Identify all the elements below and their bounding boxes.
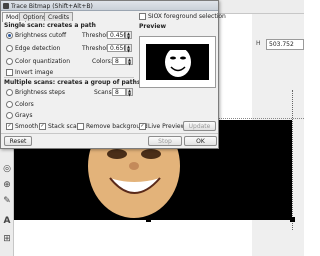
preview-area — [139, 36, 216, 88]
height-label: H — [256, 40, 261, 47]
dialog-titlebar[interactable]: Trace Bitmap (Shift+Alt+B) — [1, 1, 218, 11]
radio-brightness-steps[interactable] — [6, 89, 13, 96]
gradient-tool-icon[interactable]: ⊞ — [2, 234, 12, 244]
trace-bitmap-icon — [3, 3, 9, 9]
scans-label: Scans: — [94, 89, 114, 96]
invert-image-label: Invert image — [15, 69, 54, 76]
grays-option-label: Grays — [15, 112, 33, 119]
siox-checkbox[interactable] — [139, 13, 146, 20]
colors-input[interactable]: 8 — [112, 57, 126, 65]
edge-detection-option[interactable]: Edge detection — [6, 45, 60, 52]
preview-image — [140, 37, 215, 87]
colors-spin[interactable]: ▲ ▼ — [126, 57, 133, 66]
divider — [1, 133, 218, 134]
smooth-checkbox[interactable]: ✓ — [6, 123, 13, 130]
invert-image-option[interactable]: Invert image — [6, 69, 53, 76]
live-preview-option[interactable]: ✓ Live Preview — [139, 123, 186, 130]
spray-tool-icon[interactable]: ⊕ — [2, 180, 12, 190]
radio-grays[interactable] — [6, 112, 13, 119]
height-input[interactable]: 503.752 — [266, 39, 304, 50]
preview-heading: Preview — [139, 23, 167, 30]
invert-image-checkbox[interactable] — [6, 69, 13, 76]
grays-option[interactable]: Grays — [6, 112, 32, 119]
radio-edge-detection[interactable] — [6, 45, 13, 52]
trace-bitmap-dialog: Trace Bitmap (Shift+Alt+B) Mode Options … — [0, 0, 226, 149]
divider — [4, 77, 134, 78]
stop-button[interactable]: Stop — [148, 136, 182, 146]
stack-scans-checkbox[interactable]: ✓ — [39, 123, 46, 130]
brightness-steps-option[interactable]: Brightness steps — [6, 89, 65, 96]
live-preview-checkbox[interactable]: ✓ — [139, 123, 146, 130]
brightness-steps-label: Brightness steps — [15, 89, 65, 96]
radio-colors[interactable] — [6, 101, 13, 108]
color-quantization-option[interactable]: Color quantization — [6, 58, 70, 65]
ok-button[interactable]: OK — [184, 136, 217, 146]
selection-bbox-right — [292, 90, 293, 230]
dialog-title: Trace Bitmap (Shift+Alt+B) — [11, 3, 93, 10]
siox-option[interactable]: SIOX foreground selection — [139, 13, 226, 20]
brightness-cutoff-option[interactable]: Brightness cutoff — [6, 32, 66, 39]
colors-option-label: Colors — [15, 101, 34, 108]
single-scan-heading: Single scan: creates a path — [4, 22, 96, 29]
threshold-spin-1[interactable]: ▲ ▼ — [125, 31, 132, 40]
scans-input[interactable]: 8 — [112, 88, 126, 96]
remove-background-option[interactable]: Remove background — [77, 123, 148, 130]
update-button[interactable]: Update — [183, 121, 216, 131]
selection-handle[interactable] — [146, 217, 151, 222]
smooth-option[interactable]: ✓ Smooth — [6, 123, 38, 130]
threshold-spin-2[interactable]: ▲ ▼ — [125, 44, 132, 53]
reset-button[interactable]: Reset — [4, 136, 32, 146]
siox-label: SIOX foreground selection — [148, 13, 226, 20]
colors-scan-option[interactable]: Colors — [6, 101, 34, 108]
pencil-tool-icon[interactable]: ✎ — [2, 196, 12, 206]
smooth-label: Smooth — [15, 123, 39, 130]
selection-handle[interactable] — [290, 217, 295, 222]
color-quantization-label: Color quantization — [15, 58, 71, 65]
threshold-input-1[interactable]: 0.450 — [107, 31, 127, 39]
threshold-input-2[interactable]: 0.650 — [107, 44, 127, 52]
tab-credits[interactable]: Credits — [44, 12, 74, 21]
radio-brightness-cutoff[interactable] — [6, 32, 13, 39]
remove-background-checkbox[interactable] — [77, 123, 84, 130]
brightness-cutoff-label: Brightness cutoff — [15, 32, 67, 39]
spiral-tool-icon[interactable]: ◎ — [2, 164, 12, 174]
live-preview-label: Live Preview — [148, 123, 186, 130]
multiple-scans-heading: Multiple scans: creates a group of paths — [4, 79, 141, 86]
scans-spin[interactable]: ▲ ▼ — [126, 88, 133, 97]
colors-label: Colors: — [92, 58, 113, 65]
radio-color-quantization[interactable] — [6, 58, 13, 65]
text-tool-icon[interactable]: A — [2, 216, 12, 226]
edge-detection-label: Edge detection — [15, 45, 61, 52]
